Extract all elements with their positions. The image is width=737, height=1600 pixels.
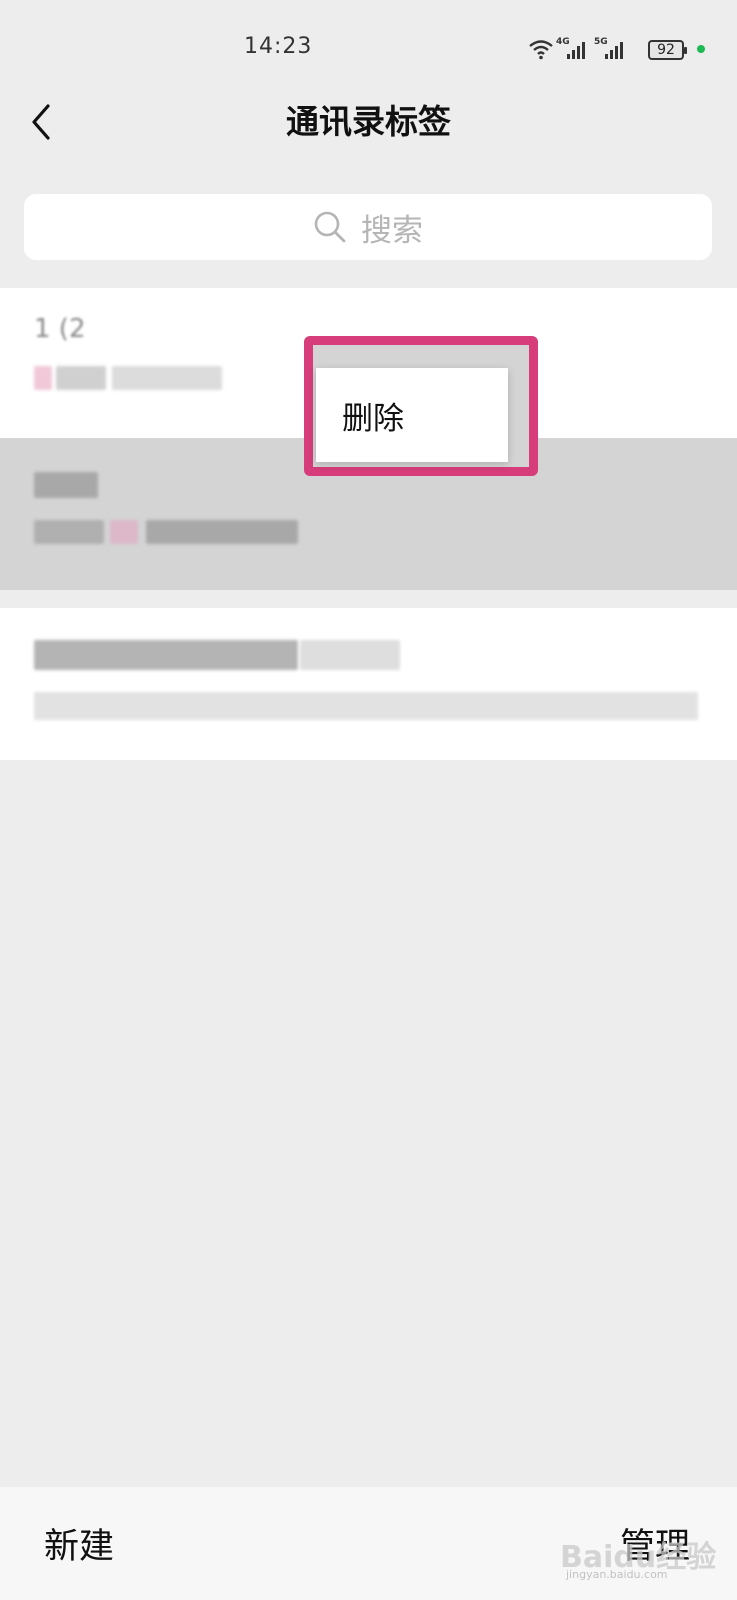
new-button[interactable]: 新建: [44, 1518, 114, 1569]
search-icon: [314, 211, 346, 243]
list-item-subtitle: [34, 692, 698, 720]
search-placeholder: 搜索: [361, 212, 423, 249]
signal-5g-icon: [605, 42, 623, 59]
list-item[interactable]: [0, 608, 737, 760]
context-menu: 删除: [316, 368, 508, 462]
list-item-subtitle: [34, 366, 52, 390]
wifi-icon: [529, 40, 553, 60]
delete-menu-item[interactable]: 删除: [316, 368, 508, 462]
list-item-title: 1 (2: [34, 314, 86, 344]
signal-4g-icon: [567, 42, 585, 59]
context-menu-highlight: 删除: [304, 336, 538, 476]
search-input[interactable]: 搜索: [24, 194, 712, 260]
list-item-title: [34, 640, 298, 670]
status-bar: [0, 0, 737, 90]
watermark-url: jingyan.baidu.com: [566, 1568, 668, 1581]
page-title: 通讯录标签: [286, 102, 451, 141]
battery-icon: 92: [648, 40, 687, 60]
battery-level: 92: [657, 42, 675, 58]
status-time: 14:23: [244, 34, 313, 59]
status-dot: [697, 45, 705, 53]
list-item-subtitle: [34, 520, 104, 544]
list-item-title: [34, 472, 98, 498]
